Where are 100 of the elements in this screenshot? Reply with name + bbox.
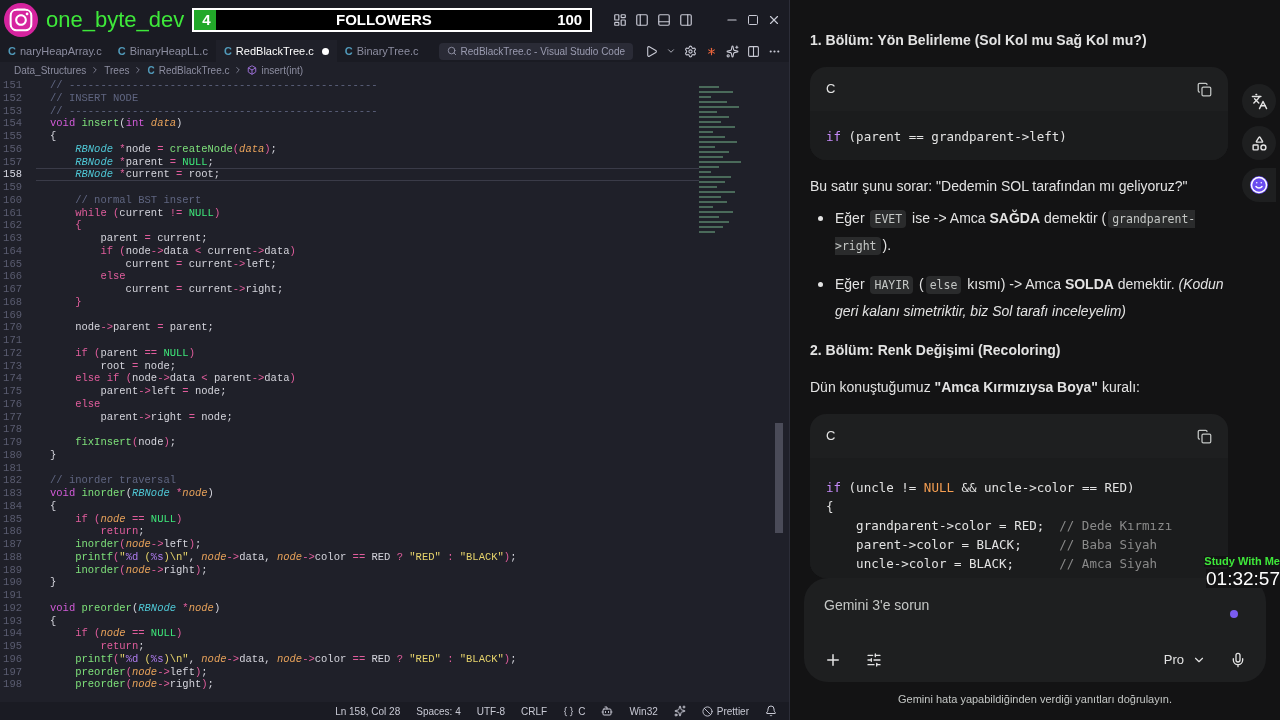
- code-line: // -------------------------------------------------: [50, 80, 378, 91]
- status-item[interactable]: CRLF: [521, 703, 548, 719]
- line-number: 196: [2, 653, 23, 665]
- status-platform[interactable]: Win32: [629, 703, 658, 719]
- breadcrumb-item[interactable]: C RedBlackTree.c: [147, 62, 230, 78]
- followers-goal: 100: [557, 9, 583, 30]
- panel-right-icon[interactable]: [679, 13, 693, 27]
- line-number: 176: [2, 398, 23, 410]
- line-number: 194: [2, 628, 23, 639]
- settings-icon[interactable]: [684, 44, 697, 58]
- editor-tab[interactable]: C BinaryHeapLL.c: [109, 40, 216, 62]
- code-line: // INSERT NODE: [50, 92, 139, 104]
- tools-icon[interactable]: [866, 651, 882, 668]
- code-line: if (parent == NULL): [74, 347, 195, 359]
- line-number: 174: [2, 373, 23, 384]
- line-number: 198: [2, 679, 23, 690]
- layout-icon[interactable]: [613, 13, 627, 27]
- line-number: 157: [2, 156, 23, 168]
- split-editor-icon[interactable]: [747, 44, 760, 58]
- copilot-icon[interactable]: [601, 705, 614, 717]
- editor-tab[interactable]: C RedBlackTree.c: [215, 40, 337, 62]
- editor-tab[interactable]: C BinaryTree.c: [336, 40, 427, 62]
- sparkle-icon[interactable]: [673, 705, 686, 717]
- code-line: preorder(node->right);: [74, 679, 214, 690]
- code-line: // -------------------------------------------------: [50, 105, 378, 117]
- prohibited-icon: [701, 705, 713, 717]
- code-line: current = current->right;: [124, 284, 284, 295]
- breadcrumb-item[interactable]: Data_Structures: [14, 62, 87, 78]
- line-number: 184: [2, 500, 23, 512]
- breadcrumb-item[interactable]: insert(int): [247, 62, 304, 78]
- line-number: 182: [2, 475, 23, 486]
- prompt-placeholder: Gemini 3'e sorun: [824, 596, 930, 615]
- section-heading: 2. Bölüm: Renk Değişimi (Recoloring): [810, 341, 1062, 360]
- line-number: 151: [2, 80, 23, 91]
- code-line: root = node;: [99, 360, 177, 372]
- code-line: while (current != NULL): [74, 207, 221, 219]
- line-number: 171: [2, 335, 23, 346]
- close-icon[interactable]: [767, 13, 781, 27]
- model-picker[interactable]: Pro: [1163, 650, 1206, 670]
- title-search-box[interactable]: RedBlackTree.c - Visual Studio Code: [438, 42, 634, 60]
- line-number: 170: [2, 322, 23, 333]
- paragraph: Dün konuştuğumuz "Amca Kırmızıysa Boya" kuralı:: [810, 378, 1141, 397]
- followers-label: FOLLOWERS: [335, 9, 432, 30]
- status-item[interactable]: Spaces: 4: [416, 703, 461, 719]
- line-number: 179: [2, 437, 23, 448]
- code-line: }: [50, 577, 57, 588]
- line-number: 178: [2, 424, 23, 435]
- scrollbar-thumb[interactable]: [775, 423, 783, 533]
- code-line: if (parent == grandparent->left): [826, 128, 1068, 146]
- bell-icon[interactable]: [765, 705, 777, 717]
- status-language[interactable]: C: [563, 703, 586, 719]
- run-icon[interactable]: [645, 44, 658, 58]
- code-line: if (uncle != NULL && uncle->color == RED): [826, 479, 1136, 497]
- line-number: 165: [2, 258, 23, 270]
- code-line: else: [99, 271, 126, 282]
- line-number: 186: [2, 526, 23, 537]
- line-number: 169: [2, 309, 23, 321]
- editor-tab[interactable]: C naryHeapArray.c: [0, 40, 110, 62]
- status-item[interactable]: UTF-8: [476, 703, 506, 719]
- code-line: parent = current;: [99, 233, 208, 244]
- breadcrumb-item[interactable]: Trees: [104, 62, 130, 78]
- line-number: 180: [2, 449, 23, 461]
- code-line: inorder(node->left);: [74, 539, 202, 550]
- line-number: 166: [2, 271, 23, 282]
- line-number: 185: [2, 513, 23, 525]
- chevron-down-icon[interactable]: [666, 46, 676, 56]
- assistant-button[interactable]: [1242, 168, 1276, 202]
- code-line: void insert(int data): [50, 118, 183, 129]
- line-number: 162: [2, 220, 23, 231]
- code-line: RBNode *current = root;: [74, 169, 221, 180]
- code-line: parent->right = node;: [99, 411, 233, 423]
- status-item[interactable]: Ln 158, Col 28: [335, 703, 401, 719]
- line-number: 175: [2, 386, 23, 397]
- code-line: if (node->data < current->data): [99, 245, 296, 257]
- code-line: {: [50, 500, 57, 512]
- code-line: parent->color = BLACK; // Baba Siyah: [855, 536, 1159, 554]
- assistant-face-icon: [1250, 176, 1268, 194]
- code-line: // inorder traversal: [50, 475, 177, 486]
- status-formatter[interactable]: Prettier: [701, 703, 749, 719]
- apps-button[interactable]: [1242, 126, 1276, 160]
- apps-icon: [1250, 134, 1268, 152]
- line-number: 153: [2, 105, 23, 117]
- line-number: 161: [2, 207, 23, 219]
- line-number: 167: [2, 284, 23, 295]
- panel-bottom-icon[interactable]: [657, 13, 671, 27]
- maximize-icon[interactable]: [747, 14, 759, 26]
- sparkle-icon[interactable]: [726, 44, 739, 58]
- panel-left-icon[interactable]: [635, 13, 649, 27]
- code-line: }: [50, 449, 57, 461]
- microphone-icon[interactable]: [1230, 651, 1246, 668]
- copy-icon[interactable]: [1197, 428, 1212, 444]
- translate-button[interactable]: [1242, 84, 1276, 118]
- code-line: else if (node->data < parent->data): [74, 373, 296, 384]
- line-number: 160: [2, 194, 23, 206]
- line-number: 188: [2, 551, 23, 563]
- disclaimer: Gemini hata yapabildiğinden verdiği yanıtları doğrulayın.: [897, 691, 1173, 707]
- code-line: {: [50, 131, 57, 142]
- line-number: 183: [2, 488, 23, 499]
- copy-icon[interactable]: [1197, 81, 1212, 97]
- code-line: fixInsert(node);: [74, 437, 177, 448]
